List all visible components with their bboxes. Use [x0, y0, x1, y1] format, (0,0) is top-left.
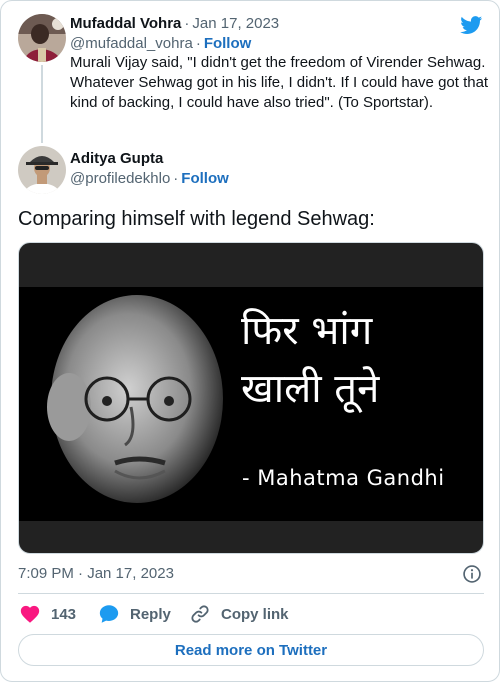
parent-tweet-text: Murali Vijay said, "I didn't get the fre… — [70, 54, 489, 111]
read-more-label: Read more on Twitter — [174, 641, 328, 659]
info-icon[interactable] — [462, 564, 482, 584]
divider — [18, 593, 484, 594]
link-icon — [191, 605, 209, 623]
separator-dot: · — [195, 35, 201, 52]
avatar[interactable] — [18, 14, 66, 62]
parent-tweet-header: Mufaddal Vohra · Jan 17, 2023 — [70, 14, 279, 34]
media-attribution: - Mahatma Gandhi — [242, 466, 445, 490]
like-count: 143 — [51, 605, 77, 623]
separator-dot: · — [173, 170, 179, 187]
thread-connector — [41, 65, 43, 143]
copy-link-button[interactable]: Copy link — [189, 603, 289, 625]
parent-handle-row: @mufaddal_vohra · Follow — [70, 34, 251, 54]
reply-label: Reply — [130, 605, 171, 623]
twitter-bird-icon[interactable] — [459, 14, 484, 36]
heart-icon — [20, 605, 40, 623]
author-handle[interactable]: @profiledekhlo — [70, 170, 170, 187]
speech-bubble-icon — [99, 605, 119, 623]
separator-dot: · — [184, 15, 190, 32]
author-handle[interactable]: @mufaddal_vohra — [70, 35, 193, 52]
tweet-text: Comparing himself with legend Sehwag: — [18, 208, 375, 230]
copy-link-label: Copy link — [221, 605, 289, 623]
author-name[interactable]: Mufaddal Vohra — [70, 15, 181, 32]
portrait-image — [19, 287, 259, 521]
tweet-timestamp[interactable]: 7:09 PM · Jan 17, 2023 — [18, 564, 174, 584]
reply-button[interactable]: Reply — [98, 603, 171, 625]
follow-button[interactable]: Follow — [181, 170, 229, 187]
media-caption-line1: फिर भांग — [241, 308, 373, 354]
author-name[interactable]: Aditya Gupta — [70, 149, 163, 169]
read-more-button[interactable]: Read more on Twitter — [18, 634, 484, 666]
follow-button[interactable]: Follow — [204, 35, 252, 52]
tweet-embed-card: Mufaddal Vohra · Jan 17, 2023 @mufaddal_vo… — [0, 0, 500, 682]
media-image: फिर भांग खाली तूने - Mahatma Gandhi — [19, 287, 483, 521]
tweet-media[interactable]: फिर भांग खाली तूने - Mahatma Gandhi — [18, 242, 484, 554]
avatar[interactable] — [18, 146, 66, 194]
avatar-image — [18, 146, 66, 194]
main-handle-row: @profiledekhlo · Follow — [70, 169, 229, 189]
like-button[interactable]: 143 — [19, 603, 76, 625]
media-caption-line2: खाली तूने — [241, 366, 380, 412]
tweet-date[interactable]: Jan 17, 2023 — [192, 15, 279, 32]
avatar-image — [18, 14, 66, 62]
